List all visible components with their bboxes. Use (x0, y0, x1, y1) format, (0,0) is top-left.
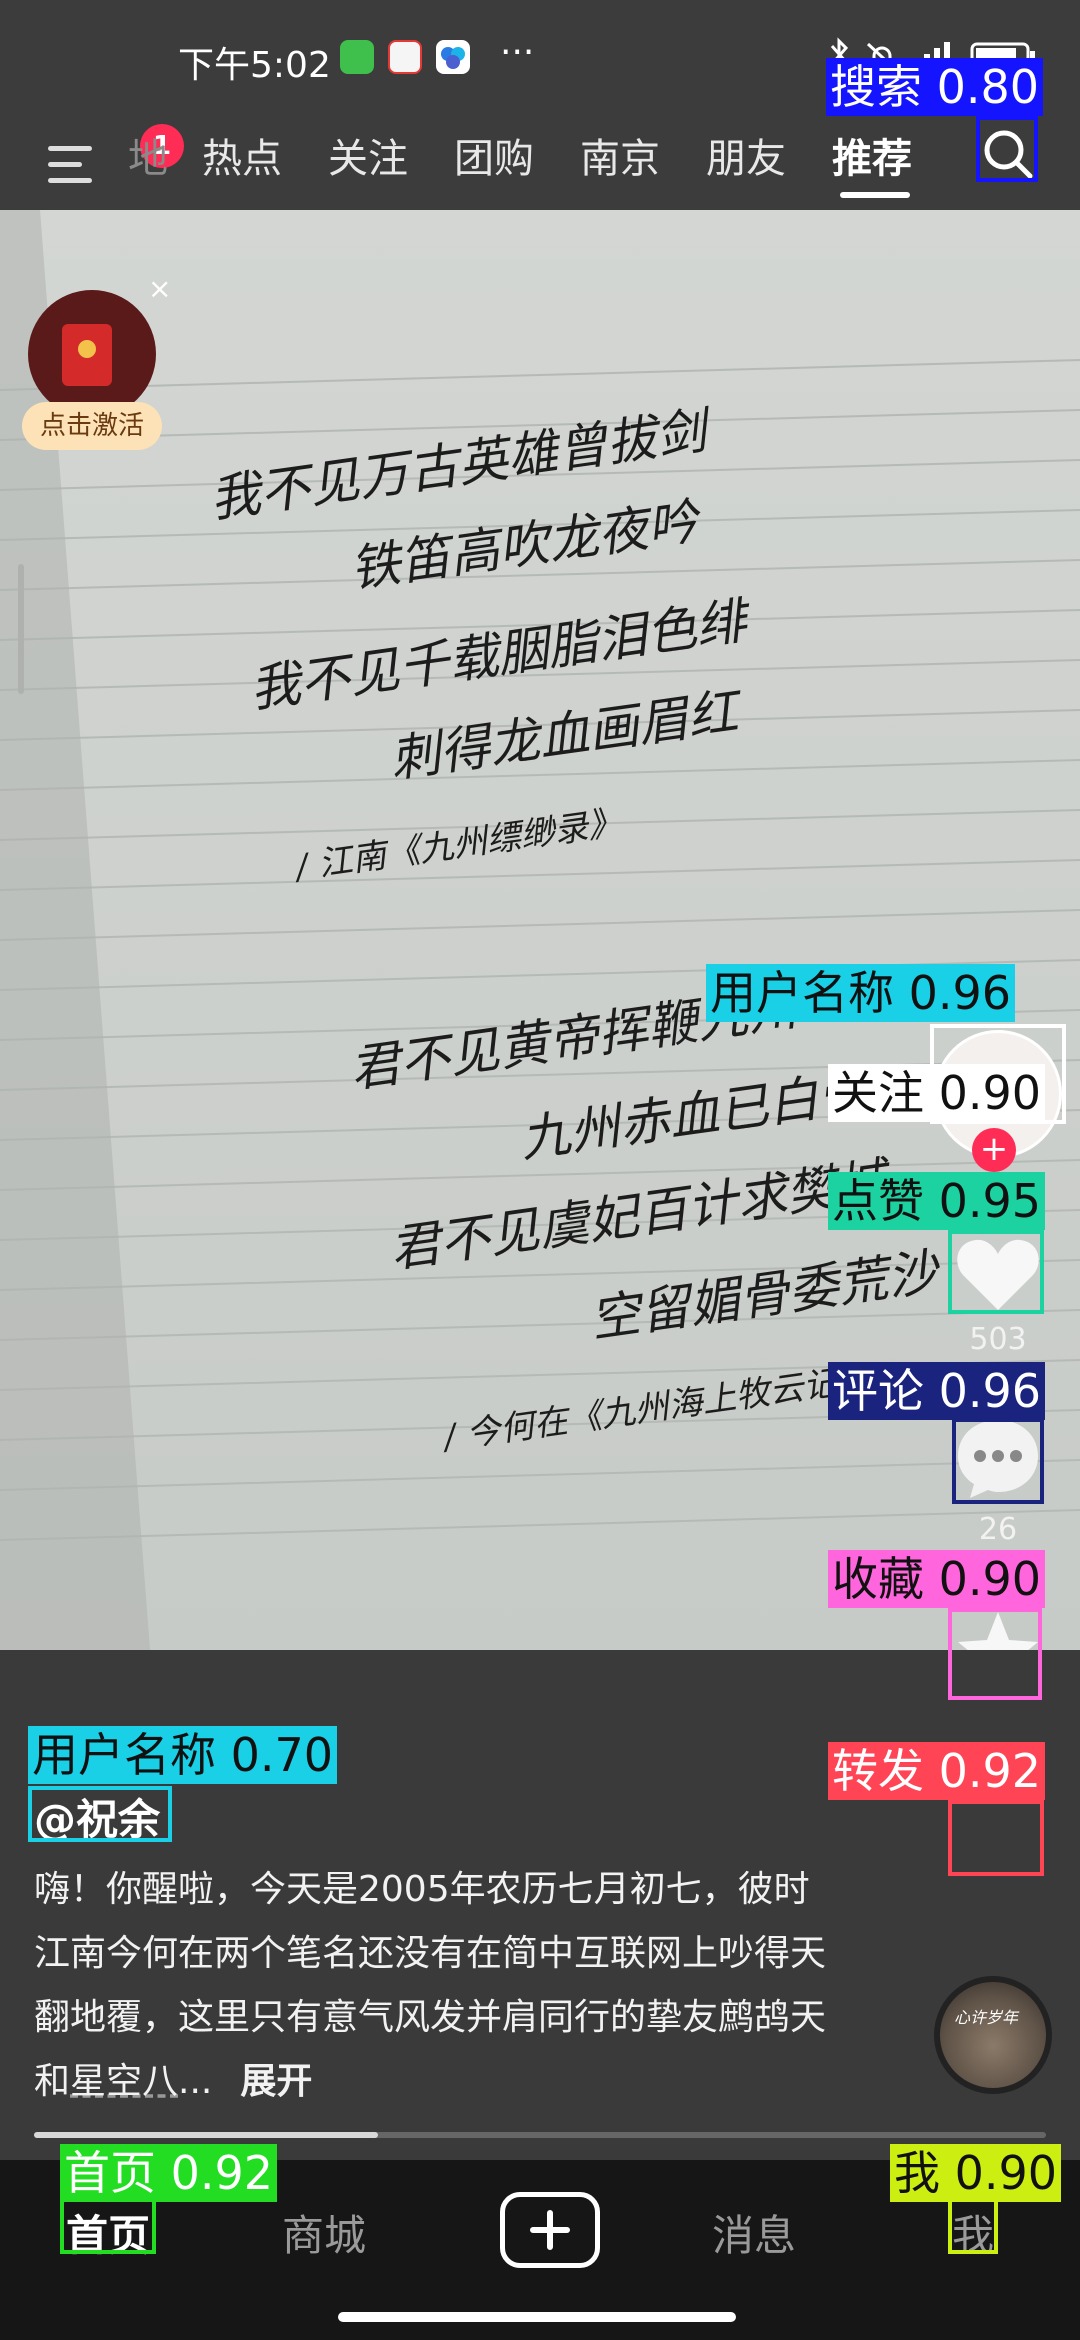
home-indicator (338, 2312, 736, 2322)
detection-label-favorite: 收藏 0.90 (828, 1550, 1046, 1608)
detection-label-share: 转发 0.92 (828, 1742, 1046, 1800)
top-nav: 1 地 热点 关注 团购 南京 朋友 推荐 (0, 118, 1080, 210)
side-scroll-indicator (18, 564, 24, 694)
detection-label-follow: 关注 0.90 (828, 1064, 1046, 1122)
caption-text[interactable]: 嗨！你醒啦，今天是2005年农历七月初七，彼时江南今何在两个笔名还没有在简中互联… (34, 1858, 834, 2114)
video-progress-bar[interactable] (34, 2132, 1046, 2138)
video-progress-fill (34, 2132, 379, 2138)
tab-follow[interactable]: 关注 (328, 126, 408, 184)
music-disc[interactable]: 心许岁年 (934, 1976, 1052, 2094)
status-more: ··· (500, 32, 535, 73)
create-button[interactable] (500, 2192, 600, 2268)
nav-messages[interactable]: 消息 (712, 2202, 796, 2263)
detection-label-username-caption: 用户名称 0.70 (28, 1726, 338, 1784)
envelope-seal-icon (78, 340, 96, 358)
tab-recommended[interactable]: 推荐 (832, 126, 912, 184)
video-player[interactable]: 我不见万古英雄曾拔剑 铁笛高吹龙夜吟 我不见千载胭脂泪色绯 刺得龙血画眉红 / … (0, 210, 1080, 1650)
detection-box-home (60, 2196, 156, 2254)
caption-ellipsis: ... (178, 2061, 213, 2102)
detection-box-favorite (948, 1608, 1042, 1700)
tab-hot[interactable]: 热点 (202, 126, 282, 184)
active-tab-underline (840, 192, 910, 198)
tab-local[interactable]: 地 (128, 126, 168, 184)
blue-app-icon (436, 40, 470, 74)
nav-mall[interactable]: 商城 (282, 2202, 366, 2263)
follow-button[interactable]: + (972, 1128, 1016, 1172)
comment-count: 26 (978, 1512, 1018, 1547)
detection-label-search: 搜索 0.80 (826, 58, 1044, 116)
tab-friends[interactable]: 朋友 (706, 126, 786, 184)
like-count: 503 (969, 1322, 1027, 1357)
detection-label-username-rail: 用户名称 0.96 (706, 964, 1016, 1022)
activate-widget[interactable]: 点击激活 (22, 290, 162, 450)
tab-nanjing[interactable]: 南京 (580, 126, 660, 184)
detection-label-comment: 评论 0.96 (828, 1362, 1046, 1420)
status-time: 下午5:02 (178, 45, 331, 86)
caption-mention-link[interactable]: 星空八 (70, 2061, 178, 2102)
detection-box-username-caption (28, 1786, 172, 1842)
detection-box-like (948, 1230, 1044, 1314)
detection-label-home: 首页 0.92 (60, 2144, 278, 2202)
green-app-icon (340, 40, 374, 74)
detection-box-share (948, 1800, 1044, 1876)
detection-label-me: 我 0.90 (890, 2144, 1062, 2202)
notebook-page: 我不见万古英雄曾拔剑 铁笛高吹龙夜吟 我不见千载胭脂泪色绯 刺得龙血画眉红 / … (0, 210, 1080, 1650)
detection-box-search (976, 116, 1038, 182)
detection-label-like: 点赞 0.95 (828, 1172, 1046, 1230)
detection-box-me (948, 2196, 998, 2254)
tab-group-buy[interactable]: 团购 (454, 126, 534, 184)
close-icon[interactable]: × (148, 272, 171, 305)
expand-button[interactable]: 展开 (240, 2061, 312, 2102)
menu-icon[interactable]: 1 (48, 124, 184, 188)
fiftyeight-app-icon (388, 40, 422, 74)
activate-label[interactable]: 点击激活 (22, 402, 162, 450)
music-disc-text: 心许岁年 (954, 2008, 1019, 2027)
detection-box-comment (952, 1418, 1044, 1504)
